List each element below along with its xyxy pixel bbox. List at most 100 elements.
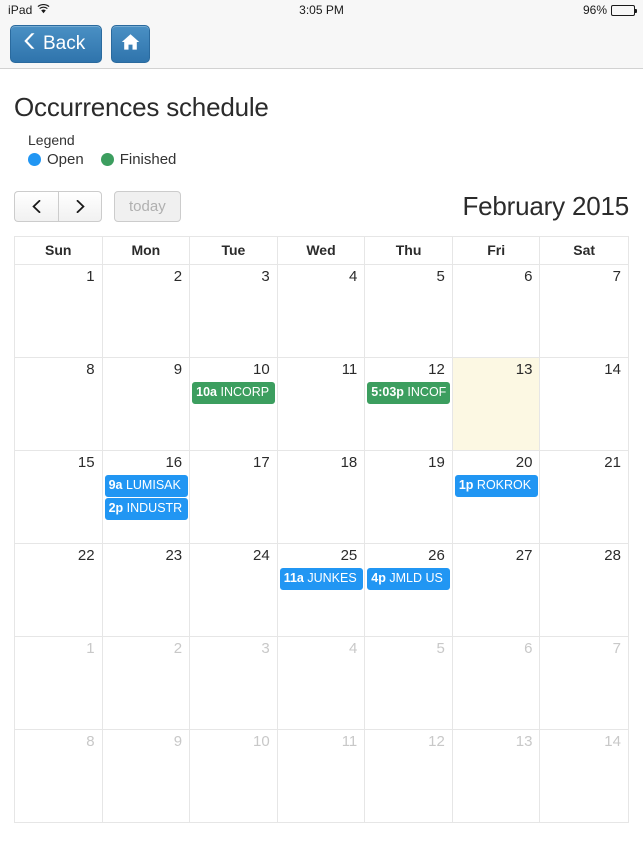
calendar-day-cell[interactable]: 6 bbox=[453, 637, 541, 729]
legend: Legend Open Finished bbox=[28, 132, 643, 168]
calendar-day-cell[interactable]: 5 bbox=[365, 637, 453, 729]
calendar-week-row: 8 9 10 11 12 13 14 bbox=[15, 730, 628, 823]
calendar-event[interactable]: 5:03p INCOF bbox=[367, 381, 451, 404]
calendar-event-list: 1p ROKROK bbox=[453, 474, 540, 497]
calendar-day-cell[interactable]: 7 bbox=[540, 637, 628, 729]
calendar-week-row: 15 16 9a LUMISAK 2p INDUSTR 17 18 19 20 1p ROKRO… bbox=[15, 451, 628, 544]
calendar-event[interactable]: 10a INCORP bbox=[192, 381, 276, 404]
calendar-day-cell[interactable]: 5 bbox=[365, 265, 453, 357]
calendar-day-number: 12 bbox=[428, 733, 445, 750]
calendar-day-number: 3 bbox=[261, 268, 270, 285]
status-bar-clock: 3:05 PM bbox=[299, 3, 344, 17]
legend-item-open: Open bbox=[28, 151, 84, 168]
calendar-day-cell[interactable]: 10 10a INCORP bbox=[190, 358, 278, 450]
calendar-day-cell[interactable]: 22 bbox=[15, 544, 103, 636]
calendar-day-cell[interactable]: 9 bbox=[103, 358, 191, 450]
calendar-day-cell[interactable]: 28 bbox=[540, 544, 628, 636]
calendar-event-time: 2p bbox=[108, 500, 124, 515]
calendar-day-cell[interactable]: 10 bbox=[190, 730, 278, 822]
calendar-day-header: Wed bbox=[278, 237, 366, 264]
calendar-event-time: 1p bbox=[458, 477, 474, 492]
calendar-day-cell[interactable]: 2 bbox=[103, 265, 191, 357]
calendar-event[interactable]: 9a LUMISAK bbox=[104, 474, 188, 497]
calendar-day-number: 1 bbox=[86, 268, 95, 285]
calendar-day-cell[interactable]: 8 bbox=[15, 730, 103, 822]
calendar-day-cell[interactable]: 12 5:03p INCOF bbox=[365, 358, 453, 450]
calendar-event[interactable]: 1p ROKROK bbox=[454, 474, 538, 497]
calendar-day-cell[interactable]: 4 bbox=[278, 637, 366, 729]
legend-label-finished: Finished bbox=[119, 151, 177, 168]
calendar-event-title: LUMISAK bbox=[125, 477, 181, 492]
calendar-day-number: 6 bbox=[524, 640, 533, 657]
calendar-day-cell[interactable]: 19 bbox=[365, 451, 453, 543]
calendar-day-number: 14 bbox=[604, 733, 621, 750]
calendar-day-cell[interactable]: 25 11a JUNKES bbox=[278, 544, 366, 636]
legend-dot-finished-icon bbox=[100, 153, 114, 166]
calendar-week-row: 8 9 10 10a INCORP 11 12 5:03p INCOF 13 14 bbox=[15, 358, 628, 451]
calendar-day-number: 8 bbox=[86, 361, 95, 378]
calendar-event-title: JUNKES bbox=[307, 570, 357, 585]
calendar-event-time: 5:03p bbox=[371, 384, 404, 399]
calendar-day-number: 17 bbox=[253, 454, 270, 471]
calendar-day-cell[interactable]: 23 bbox=[103, 544, 191, 636]
calendar-day-number: 5 bbox=[436, 268, 445, 285]
calendar-day-cell[interactable]: 4 bbox=[278, 265, 366, 357]
calendar-day-cell[interactable]: 9 bbox=[103, 730, 191, 822]
calendar-event[interactable]: 11a JUNKES bbox=[279, 567, 363, 590]
calendar-day-cell[interactable]: 1 bbox=[15, 265, 103, 357]
calendar-day-number: 10 bbox=[253, 733, 270, 750]
calendar-day-cell[interactable]: 7 bbox=[540, 265, 628, 357]
calendar-day-cell[interactable]: 1 bbox=[15, 637, 103, 729]
calendar-day-cell[interactable]: 11 bbox=[278, 358, 366, 450]
calendar-day-number: 25 bbox=[340, 547, 358, 564]
calendar-event[interactable]: 2p INDUSTR bbox=[104, 497, 188, 520]
calendar-event-list: 4p JMLD US bbox=[365, 567, 452, 590]
calendar-week-row: 22 23 24 25 11a JUNKES 26 4p JMLD US 27 28 bbox=[15, 544, 628, 637]
calendar-day-cell[interactable]: 12 bbox=[365, 730, 453, 822]
calendar-day-cell[interactable]: 8 bbox=[15, 358, 103, 450]
calendar-day-cell[interactable]: 16 9a LUMISAK 2p INDUSTR bbox=[103, 451, 191, 543]
calendar-day-number: 20 bbox=[515, 454, 533, 471]
battery-icon bbox=[611, 4, 637, 16]
back-button[interactable]: Back bbox=[10, 25, 103, 63]
calendar-day-cell[interactable]: 27 bbox=[453, 544, 541, 636]
calendar-day-cell[interactable]: 3 bbox=[190, 637, 278, 729]
calendar-day-cell[interactable]: 24 bbox=[190, 544, 278, 636]
calendar-day-number: 4 bbox=[348, 640, 358, 657]
today-button[interactable]: today bbox=[114, 190, 181, 222]
calendar-day-header: Fri bbox=[453, 237, 541, 264]
chevron-left-icon bbox=[32, 199, 41, 213]
calendar-grid: Sun Mon Tue Wed Thu Fri Sat 1 2 3 4 5 6 7 8 9 10 10a INC… bbox=[14, 236, 629, 823]
calendar-day-cell[interactable]: 6 bbox=[453, 265, 541, 357]
calendar-day-cell[interactable]: 26 4p JMLD US bbox=[365, 544, 453, 636]
calendar-day-cell[interactable]: 14 bbox=[540, 358, 628, 450]
calendar-day-number: 4 bbox=[348, 268, 358, 285]
calendar-day-cell[interactable]: 17 bbox=[190, 451, 278, 543]
calendar-day-cell[interactable]: 21 bbox=[540, 451, 628, 543]
calendar-day-cell[interactable]: 18 bbox=[278, 451, 366, 543]
calendar-event-time: 10a bbox=[196, 384, 217, 399]
calendar-event-list: 5:03p INCOF bbox=[365, 381, 452, 404]
calendar-day-cell[interactable]: 14 bbox=[540, 730, 628, 822]
calendar-day-number: 11 bbox=[341, 733, 358, 750]
calendar-day-cell-today[interactable]: 13 bbox=[452, 358, 541, 450]
page-title: Occurrences schedule bbox=[14, 92, 269, 122]
calendar-event[interactable]: 4p JMLD US bbox=[367, 567, 451, 590]
calendar-day-cell[interactable]: 13 bbox=[453, 730, 541, 822]
calendar-day-cell[interactable]: 15 bbox=[15, 451, 103, 543]
calendar-day-number: 23 bbox=[165, 547, 183, 564]
calendar-event-time: 11a bbox=[283, 570, 304, 585]
calendar-day-cell[interactable]: 11 bbox=[278, 730, 366, 822]
calendar-day-number: 14 bbox=[604, 361, 621, 378]
calendar-day-cell[interactable]: 20 1p ROKROK bbox=[453, 451, 541, 543]
status-bar-right: 96% bbox=[583, 3, 637, 17]
calendar-day-header: Sat bbox=[573, 242, 596, 258]
calendar-day-cell[interactable]: 2 bbox=[103, 637, 191, 729]
calendar-day-number: 10 bbox=[253, 361, 270, 378]
next-month-button[interactable] bbox=[58, 190, 102, 222]
home-button[interactable] bbox=[111, 25, 151, 63]
legend-item-finished: Finished bbox=[100, 151, 177, 168]
calendar-day-cell[interactable]: 3 bbox=[190, 265, 278, 357]
calendar-day-headers: Sun Mon Tue Wed Thu Fri Sat bbox=[15, 237, 628, 265]
prev-month-button[interactable] bbox=[14, 190, 58, 222]
